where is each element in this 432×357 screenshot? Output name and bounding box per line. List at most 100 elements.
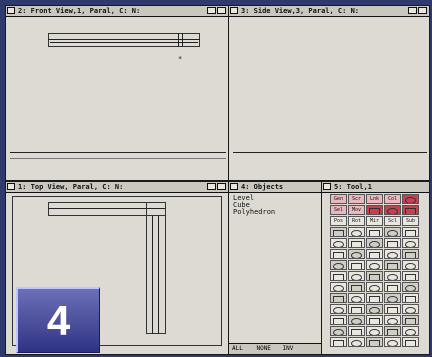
tool-icon-button[interactable] <box>402 271 419 281</box>
tool-icon-button[interactable] <box>384 304 401 314</box>
depth-gadget[interactable] <box>207 183 216 190</box>
tool-icon-button[interactable] <box>366 227 383 237</box>
tool-icon-button[interactable] <box>402 282 419 292</box>
tool-icon-button[interactable] <box>366 315 383 325</box>
tool-icon-button[interactable] <box>366 326 383 336</box>
tool-glyph-icon <box>333 274 344 280</box>
tool-button-pos[interactable]: Pos <box>330 216 347 226</box>
tool-button-scr[interactable]: Scr <box>348 194 365 204</box>
select-all-button[interactable]: ALL <box>232 345 243 352</box>
tool-button-mir[interactable]: Mir <box>366 216 383 226</box>
tool-icon-button[interactable] <box>384 260 401 270</box>
tool-icon-button[interactable] <box>348 326 365 336</box>
invert-selection-button[interactable]: INV <box>283 345 294 352</box>
tool-icon-button[interactable] <box>402 315 419 325</box>
tool-icon-button[interactable] <box>330 315 347 325</box>
tool-icon-button[interactable] <box>402 249 419 259</box>
zoom-gadget[interactable] <box>418 7 427 14</box>
tool-icon-button[interactable] <box>402 337 419 347</box>
tool-icon-button[interactable] <box>330 326 347 336</box>
close-gadget[interactable] <box>323 183 331 190</box>
tool-icon-button[interactable] <box>384 282 401 292</box>
tool-icon-button[interactable] <box>330 304 347 314</box>
tool-icon-button[interactable] <box>366 293 383 303</box>
close-gadget[interactable] <box>7 7 15 14</box>
tool-icon-button[interactable] <box>366 238 383 248</box>
side-view-window[interactable]: 3: Side View,3, Paral, C: N: <box>228 5 430 181</box>
close-gadget[interactable] <box>230 183 238 190</box>
tool-icon-button[interactable] <box>366 205 383 215</box>
tool-glyph-icon <box>405 318 416 324</box>
tool-icon-button[interactable] <box>402 260 419 270</box>
tool-icon-button[interactable] <box>366 282 383 292</box>
tool-glyph-icon <box>369 252 380 258</box>
front-view-window[interactable]: 2: Front View,1, Paral, C: N: * <box>5 5 229 181</box>
tool-icon-button[interactable] <box>330 249 347 259</box>
tool-icon-button[interactable] <box>330 337 347 347</box>
tool-icon-button[interactable] <box>402 194 419 204</box>
tool-icon-button[interactable] <box>402 238 419 248</box>
objects-titlebar[interactable]: 4: Objects <box>229 182 321 193</box>
depth-gadget[interactable] <box>207 7 216 14</box>
tool-icon-button[interactable] <box>366 337 383 347</box>
tool-icon-button[interactable] <box>402 326 419 336</box>
tool-icon-button[interactable] <box>330 260 347 270</box>
tool-icon-button[interactable] <box>384 227 401 237</box>
tools-titlebar[interactable]: 5: Tool,1 <box>322 182 429 193</box>
tool-button-lnk[interactable]: Lnk <box>366 194 383 204</box>
objects-window[interactable]: 4: Objects Level Cube Polyhedron ALL NON… <box>228 181 322 355</box>
select-none-button[interactable]: NONE <box>256 345 270 352</box>
tool-glyph-icon <box>369 208 380 214</box>
tool-button-mov[interactable]: Mov <box>348 205 365 215</box>
tool-button-sub[interactable]: Sub <box>402 216 419 226</box>
tool-icon-button[interactable] <box>348 238 365 248</box>
tool-icon-button[interactable] <box>384 249 401 259</box>
tool-icon-button[interactable] <box>348 304 365 314</box>
tool-icon-button[interactable] <box>348 337 365 347</box>
tool-icon-button[interactable] <box>366 271 383 281</box>
top-view-titlebar[interactable]: 1: Top View, Paral, C: N: <box>6 182 228 193</box>
tool-icon-button[interactable] <box>384 326 401 336</box>
tool-icon-button[interactable] <box>384 271 401 281</box>
tool-icon-button[interactable] <box>348 249 365 259</box>
tool-glyph-icon <box>387 329 398 335</box>
tool-icon-button[interactable] <box>330 271 347 281</box>
tool-icon-button[interactable] <box>348 271 365 281</box>
tool-glyph-icon <box>387 230 398 236</box>
depth-gadget[interactable] <box>408 7 417 14</box>
tool-button-col[interactable]: Col <box>384 194 401 204</box>
tool-icon-button[interactable] <box>384 293 401 303</box>
side-view-titlebar[interactable]: 3: Side View,3, Paral, C: N: <box>229 6 429 17</box>
tool-icon-button[interactable] <box>366 249 383 259</box>
tool-icon-button[interactable] <box>330 293 347 303</box>
tool-icon-button[interactable] <box>348 260 365 270</box>
close-gadget[interactable] <box>230 7 238 14</box>
tool-button-scl[interactable]: Scl <box>384 216 401 226</box>
tool-icon-button[interactable] <box>384 315 401 325</box>
tools-window[interactable]: 5: Tool,1 Gen Scr Lnk Col Sel Mov Pos Rot Mir Scl… <box>321 181 430 355</box>
tool-icon-button[interactable] <box>348 293 365 303</box>
tool-button-rot[interactable]: Rot <box>348 216 365 226</box>
close-gadget[interactable] <box>7 183 15 190</box>
tool-icon-button[interactable] <box>402 304 419 314</box>
zoom-gadget[interactable] <box>217 183 226 190</box>
front-view-titlebar[interactable]: 2: Front View,1, Paral, C: N: <box>6 6 228 17</box>
tool-icon-button[interactable] <box>384 205 401 215</box>
object-list-item[interactable]: Polyhedron <box>233 209 275 216</box>
tool-icon-button[interactable] <box>348 227 365 237</box>
tool-icon-button[interactable] <box>402 205 419 215</box>
tool-icon-button[interactable] <box>366 304 383 314</box>
tool-icon-button[interactable] <box>366 260 383 270</box>
zoom-gadget[interactable] <box>217 7 226 14</box>
tool-button-sel[interactable]: Sel <box>330 205 347 215</box>
tool-icon-button[interactable] <box>330 238 347 248</box>
tool-icon-button[interactable] <box>330 227 347 237</box>
tool-icon-button[interactable] <box>348 282 365 292</box>
tool-icon-button[interactable] <box>402 227 419 237</box>
tool-icon-button[interactable] <box>402 293 419 303</box>
tool-icon-button[interactable] <box>330 282 347 292</box>
tool-button-gen[interactable]: Gen <box>330 194 347 204</box>
tool-icon-button[interactable] <box>348 315 365 325</box>
tool-icon-button[interactable] <box>384 238 401 248</box>
tool-icon-button[interactable] <box>384 337 401 347</box>
